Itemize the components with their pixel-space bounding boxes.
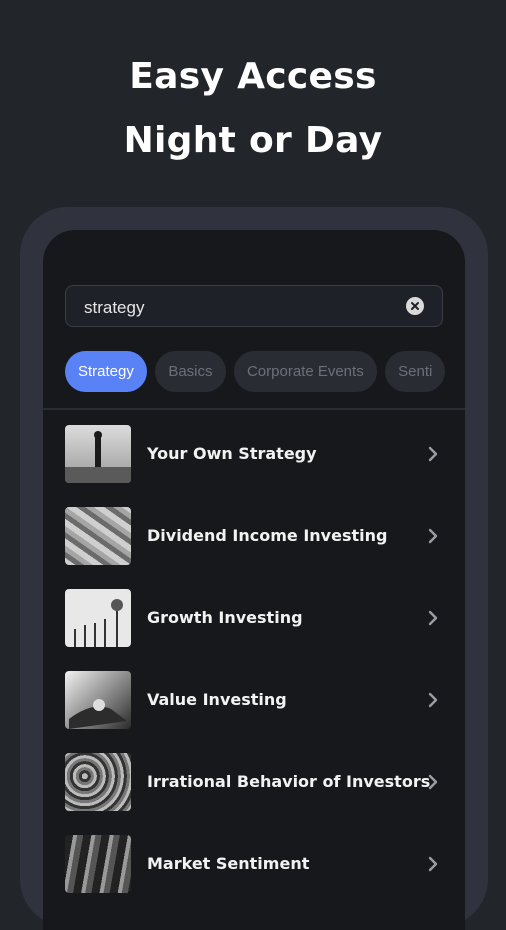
list-item-title: Growth Investing bbox=[147, 608, 303, 627]
list-item[interactable]: Value Investing bbox=[43, 671, 465, 731]
chevron-right-icon bbox=[428, 446, 438, 462]
headline-line-2: Night or Day bbox=[123, 120, 383, 161]
chip-sentiment[interactable]: Senti bbox=[385, 351, 446, 392]
list-item-title: Value Investing bbox=[147, 690, 287, 709]
thumbnail-image bbox=[65, 671, 131, 729]
headline-line-1: Easy Access bbox=[129, 56, 377, 97]
list-item-title: Irrational Behavior of Investors bbox=[147, 772, 431, 791]
divider bbox=[43, 408, 465, 410]
search-input[interactable]: strategy bbox=[65, 285, 443, 327]
list-item[interactable]: Irrational Behavior of Investors bbox=[43, 753, 465, 813]
chevron-right-icon bbox=[428, 774, 438, 790]
thumbnail-image bbox=[65, 753, 131, 811]
chevron-right-icon bbox=[428, 610, 438, 626]
phone-screen: strategy Strategy Basics Corporate Event… bbox=[43, 230, 465, 930]
list-item-title: Dividend Income Investing bbox=[147, 526, 388, 545]
chip-strategy[interactable]: Strategy bbox=[65, 351, 147, 392]
thumbnail-image bbox=[65, 425, 131, 483]
list-item-title: Market Sentiment bbox=[147, 854, 310, 873]
list-item[interactable]: Your Own Strategy bbox=[43, 425, 465, 485]
chevron-right-icon bbox=[428, 528, 438, 544]
search-value: strategy bbox=[84, 298, 145, 317]
thumbnail-image bbox=[65, 835, 131, 893]
clear-icon[interactable] bbox=[406, 297, 424, 315]
chevron-right-icon bbox=[428, 692, 438, 708]
chevron-right-icon bbox=[428, 856, 438, 872]
chip-corporate-events[interactable]: Corporate Events bbox=[233, 351, 377, 392]
chip-basics[interactable]: Basics bbox=[155, 351, 226, 392]
thumbnail-image bbox=[65, 507, 131, 565]
list-item[interactable]: Growth Investing bbox=[43, 589, 465, 649]
thumbnail-image bbox=[65, 589, 131, 647]
list-item-title: Your Own Strategy bbox=[147, 444, 317, 463]
category-chips: Strategy Basics Corporate Events Senti bbox=[65, 351, 449, 392]
list-item[interactable]: Market Sentiment bbox=[43, 835, 465, 895]
list-item[interactable]: Dividend Income Investing bbox=[43, 507, 465, 567]
